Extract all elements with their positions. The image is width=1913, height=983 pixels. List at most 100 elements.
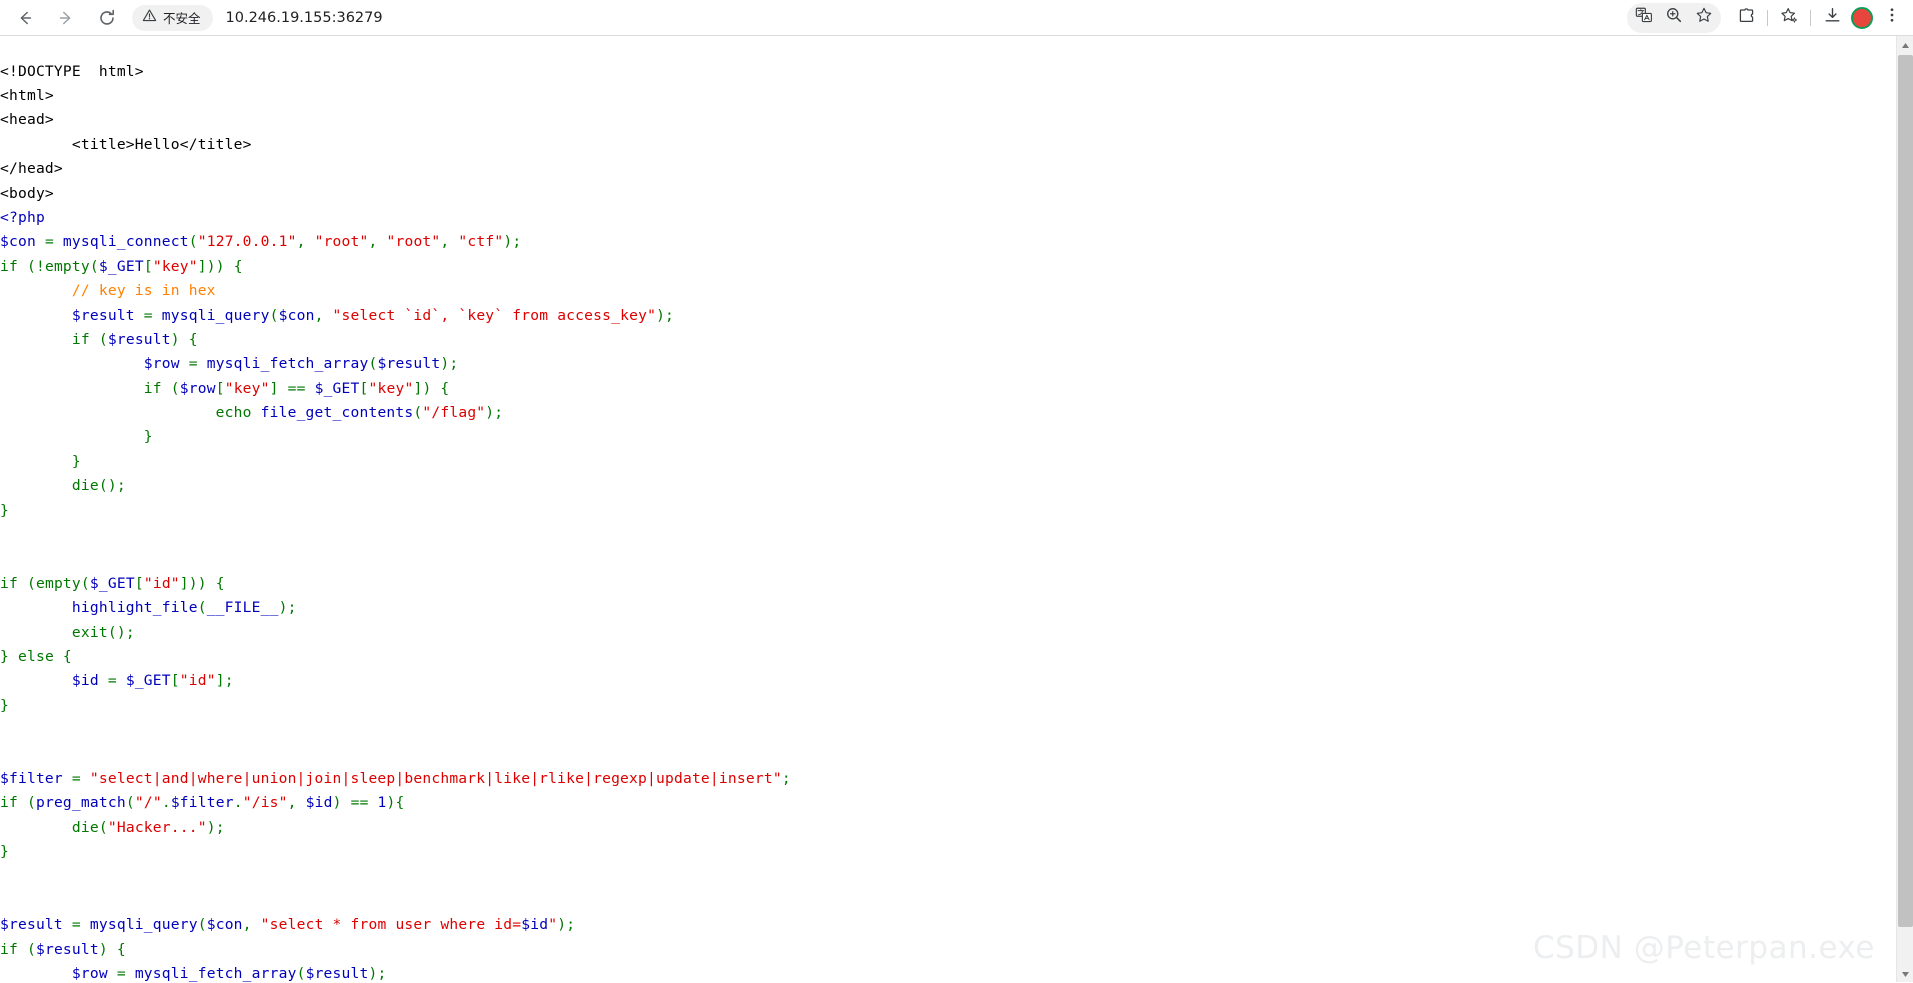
- code-token: (!: [17, 257, 45, 275]
- code-token: die: [71, 477, 99, 495]
- code-token: ,: [296, 233, 315, 251]
- code-token: "select|and|where|union|join|sleep|bench…: [89, 769, 782, 787]
- forward-button[interactable]: [49, 1, 83, 35]
- three-dot-menu-icon: [1883, 6, 1901, 29]
- code-token: $con: [206, 916, 243, 934]
- code-line: <body>: [0, 182, 791, 206]
- page-search-button[interactable]: [1659, 3, 1689, 33]
- code-line: <head>: [0, 108, 791, 132]
- toolbar-actions: [1627, 2, 1913, 33]
- address-bar[interactable]: 不安全 10.246.19.155:36279: [132, 4, 1621, 32]
- code-token: $_GET: [98, 257, 144, 275]
- extensions-button[interactable]: [1731, 3, 1761, 33]
- code-line: die("Hacker...");: [0, 816, 791, 840]
- code-token: if: [0, 574, 18, 592]
- code-token: "key": [224, 379, 270, 397]
- code-token: if: [143, 379, 162, 397]
- code-line: $row = mysqli_fetch_array($result);: [0, 962, 791, 982]
- code-token: <title>Hello</title>: [0, 135, 252, 153]
- code-token: {: [53, 647, 72, 665]
- code-token: "root": [386, 233, 441, 251]
- code-token: "Hacker...": [107, 818, 207, 836]
- code-line: <!DOCTYPE html>: [0, 60, 791, 84]
- code-line: if ($row["key"] == $_GET["key"]) {: [0, 377, 791, 401]
- favorites-button[interactable]: [1774, 3, 1804, 33]
- code-token: ();: [98, 477, 126, 495]
- bookmark-button[interactable]: [1689, 3, 1719, 33]
- profile-button[interactable]: [1847, 3, 1877, 33]
- code-token: [: [134, 574, 144, 592]
- code-token: $filter: [0, 769, 63, 787]
- code-token: =: [107, 965, 135, 982]
- code-token: "id": [179, 672, 216, 690]
- code-token: $id: [305, 794, 333, 812]
- code-line: ​: [0, 864, 791, 888]
- code-token: =: [98, 672, 126, 690]
- code-token: "key": [368, 379, 414, 397]
- code-token: ])) {: [179, 574, 225, 592]
- code-token: }: [0, 452, 81, 470]
- code-token: $result: [377, 355, 441, 373]
- vertical-scrollbar[interactable]: [1896, 36, 1913, 982]
- code-token: (: [269, 306, 279, 324]
- code-token: );: [206, 818, 225, 836]
- download-icon: [1823, 6, 1842, 30]
- code-token: }: [0, 647, 18, 665]
- downloads-button[interactable]: [1817, 3, 1847, 33]
- code-token: );: [368, 965, 387, 982]
- code-token: <body>: [0, 184, 54, 202]
- code-token: </head>: [0, 160, 63, 178]
- code-token: "root": [314, 233, 369, 251]
- code-token: exit: [71, 623, 108, 641]
- code-line: ​: [0, 743, 791, 767]
- code-line: $filter = "select|and|where|union|join|s…: [0, 767, 791, 791]
- code-token: "127.0.0.1": [197, 233, 297, 251]
- code-token: ": [548, 916, 558, 934]
- code-token: [: [359, 379, 369, 397]
- code-token: $id: [521, 916, 549, 934]
- code-token: $result: [0, 916, 63, 934]
- code-token: $row: [71, 965, 108, 982]
- arrow-right-icon: [56, 8, 76, 28]
- reload-icon: [97, 8, 117, 28]
- code-token: ,: [242, 916, 261, 934]
- code-token: if: [0, 940, 18, 958]
- code-token: mysqli_query: [161, 306, 270, 324]
- code-token: $_GET: [89, 574, 135, 592]
- scroll-down-button[interactable]: [1897, 965, 1913, 982]
- reload-button[interactable]: [90, 1, 124, 35]
- code-token: "key": [152, 257, 198, 275]
- scroll-up-button[interactable]: [1897, 36, 1913, 53]
- code-token: }: [0, 696, 9, 714]
- code-line: exit();: [0, 621, 791, 645]
- code-token: }: [0, 501, 9, 519]
- code-token: =: [134, 306, 162, 324]
- back-button[interactable]: [8, 1, 42, 35]
- translate-button[interactable]: [1629, 3, 1659, 33]
- code-line: ​: [0, 718, 791, 742]
- sparkle-star-icon: [1780, 6, 1799, 30]
- code-token: ) {: [98, 940, 126, 958]
- code-token: ])) {: [197, 257, 243, 275]
- code-line: if (empty($_GET["id"])) {: [0, 572, 791, 596]
- scroll-down-arrow-icon: [1901, 965, 1910, 983]
- code-token: echo: [215, 404, 252, 422]
- chrome-menu-button[interactable]: [1877, 3, 1907, 33]
- code-token: if: [0, 794, 18, 812]
- url-text[interactable]: 10.246.19.155:36279: [226, 10, 383, 26]
- code-line: die();: [0, 474, 791, 498]
- code-token: (: [197, 599, 207, 617]
- code-token: );: [656, 306, 675, 324]
- site-security-chip[interactable]: 不安全: [132, 4, 213, 31]
- code-token: ];: [215, 672, 234, 690]
- code-token: }: [0, 843, 9, 861]
- code-line: highlight_file(__FILE__);: [0, 596, 791, 620]
- scroll-thumb[interactable]: [1898, 55, 1913, 927]
